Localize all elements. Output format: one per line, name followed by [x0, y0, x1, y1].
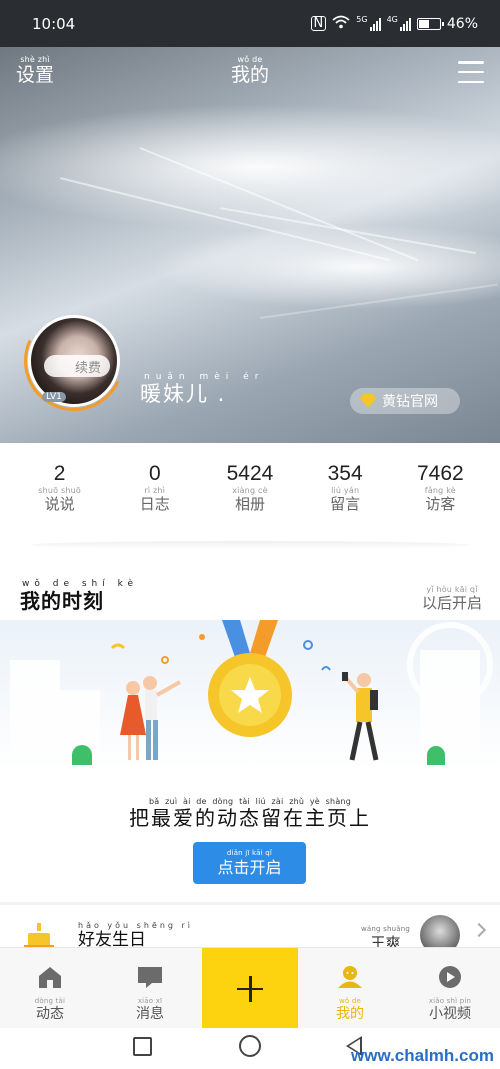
light-streak: [139, 147, 419, 262]
moments-illustration: [0, 620, 500, 770]
stat-value: 7462: [416, 462, 464, 485]
status-time: 10:04: [32, 14, 76, 33]
stat-value: 354: [327, 462, 363, 485]
add-post-button[interactable]: [202, 948, 298, 1029]
tab-profile[interactable]: wǒ de 我的: [300, 948, 400, 1029]
moments-promo: bǎ zuì ài de dòng tài liú zài zhǔ yè shà…: [129, 797, 371, 830]
menu-icon[interactable]: [458, 61, 484, 83]
top-bar: shè zhì 设置 wǒ de 我的: [0, 47, 500, 103]
wifi-icon: [332, 15, 350, 33]
yellow-diamond-label: 黄钻官网: [382, 394, 438, 410]
enable-moments-button[interactable]: diǎn jī kāi qǐ 点击开启: [193, 842, 306, 884]
stat-label: 访客: [425, 495, 456, 513]
stat-shuoshuo[interactable]: 2 shuō shuō 说说: [20, 462, 100, 532]
tab-label: 动态: [35, 1006, 64, 1023]
watermark: www.chalmh.com: [351, 1046, 494, 1065]
stat-messages[interactable]: 354 liú yán 留言: [305, 462, 385, 532]
tab-short-video[interactable]: xiǎo shì pín 小视频: [400, 948, 500, 1029]
stat-value: 0: [148, 462, 161, 485]
recents-button[interactable]: [133, 1037, 152, 1056]
tab-feed[interactable]: dòng tài 动态: [0, 948, 100, 1029]
friend-birthday-row[interactable]: hǎo yǒu shēng rì 好友生日 wáng shuǎng 王爽: [0, 905, 500, 949]
stat-value: 2: [53, 462, 66, 485]
tab-label: 消息: [136, 1006, 164, 1023]
profile-hero: shè zhì 设置 wǒ de 我的 LV1 nuǎn mèi ér 暖妹儿 …: [0, 47, 500, 443]
profile-icon: [338, 966, 362, 989]
friend-avatar: [420, 915, 460, 949]
stat-label: 说说: [44, 495, 75, 513]
renew-button[interactable]: 续费: [44, 355, 110, 377]
chevron-right-icon: [471, 922, 487, 938]
enable-later-link[interactable]: yǐ hòu kāi qǐ 以后开启: [422, 585, 482, 612]
light-streak: [59, 177, 391, 262]
battery-icon: [416, 17, 444, 30]
renew-label: 续费: [74, 360, 101, 376]
battery-percent: 46%: [446, 15, 478, 32]
yellow-diamond-site-button[interactable]: 黄钻官网: [350, 388, 460, 414]
home-button[interactable]: [239, 1035, 261, 1057]
friend-birthday-label: hǎo yǒu shēng rì 好友生日: [78, 921, 194, 949]
stat-album[interactable]: 5424 xiàng cè 相册: [210, 462, 290, 532]
signal-icon: [399, 17, 411, 31]
page-title: wǒ de 我的: [230, 55, 270, 86]
nickname: nuǎn mèi ér 暖妹儿 .: [140, 372, 265, 407]
video-icon: [439, 966, 461, 989]
cake-icon: [24, 923, 54, 949]
stat-label: 留言: [330, 495, 361, 513]
divider: [30, 541, 470, 549]
status-icons: N 5G 4G 46%: [310, 14, 478, 33]
light-streak: [219, 207, 477, 255]
light-streak: [259, 283, 498, 319]
tab-label: 小视频: [429, 1006, 471, 1023]
stat-blog[interactable]: 0 rì zhì 日志: [115, 462, 195, 532]
stat-visitors[interactable]: 7462 fǎng kè 访客: [400, 462, 480, 532]
nfc-icon: N: [310, 16, 327, 31]
tab-messages[interactable]: xiāo xī 消息: [100, 948, 200, 1029]
level-badge: LV1: [42, 392, 66, 402]
settings-button[interactable]: shè zhì 设置: [16, 55, 54, 87]
tab-label: 我的: [336, 1006, 364, 1023]
network-4g-label: 4G: [386, 14, 398, 24]
friend-name: wáng shuǎng 王爽: [360, 925, 410, 949]
stat-value: 5424: [226, 462, 274, 485]
signal-icon: [369, 17, 381, 31]
stat-label: 日志: [139, 495, 170, 513]
stat-label: 相册: [234, 495, 265, 513]
tab-bar: dòng tài 动态 xiāo xī 消息 wǒ de 我的 xiǎo shì pí…: [0, 947, 500, 1029]
moments-title: wǒ de shí kè 我的时刻: [20, 579, 139, 614]
status-bar: 10:04 N 5G 4G 46%: [0, 0, 500, 47]
diamond-icon: [360, 394, 376, 408]
stats-row: 2 shuō shuō 说说 0 rì zhì 日志 5424 xiàng cè 相册…: [0, 462, 500, 532]
message-icon: [138, 967, 162, 989]
home-icon: [39, 967, 61, 989]
plus-icon: [237, 975, 263, 1002]
network-5g-label: 5G: [356, 14, 368, 24]
